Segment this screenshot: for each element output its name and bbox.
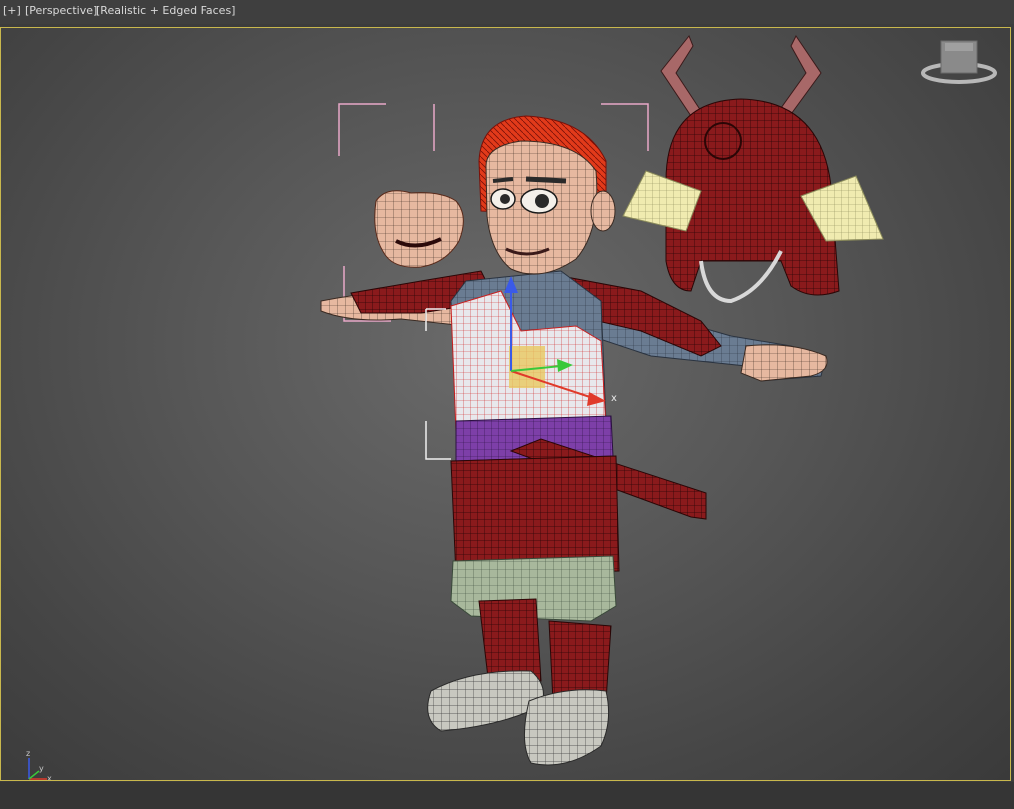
svg-text:z: z: [26, 749, 30, 758]
viewport-label-bar: [+] [Perspective] [Realistic + Edged Fac…: [0, 0, 1014, 24]
viewport-plus-menu[interactable]: [+]: [3, 4, 21, 17]
character-head[interactable]: [478, 115, 616, 275]
viewcube-icon[interactable]: [921, 40, 997, 84]
oni-mask[interactable]: [374, 190, 464, 268]
character-lower-body[interactable]: [450, 455, 620, 702]
viewport-shading-menu[interactable]: [Realistic + Edged Faces]: [96, 4, 235, 17]
character-torso[interactable]: [450, 270, 614, 462]
viewport-view-menu[interactable]: [Perspective]: [25, 4, 97, 17]
svg-text:y: y: [39, 764, 44, 773]
perspective-viewport[interactable]: x z x y: [0, 27, 1011, 781]
gizmo-x-label: x: [611, 393, 617, 404]
kabuto-helmet[interactable]: [622, 35, 884, 304]
svg-text:x: x: [47, 774, 52, 781]
status-strip: [0, 782, 1014, 809]
scene-canvas[interactable]: x z x y: [1, 28, 1011, 781]
axis-tripod: z x y: [26, 749, 52, 781]
